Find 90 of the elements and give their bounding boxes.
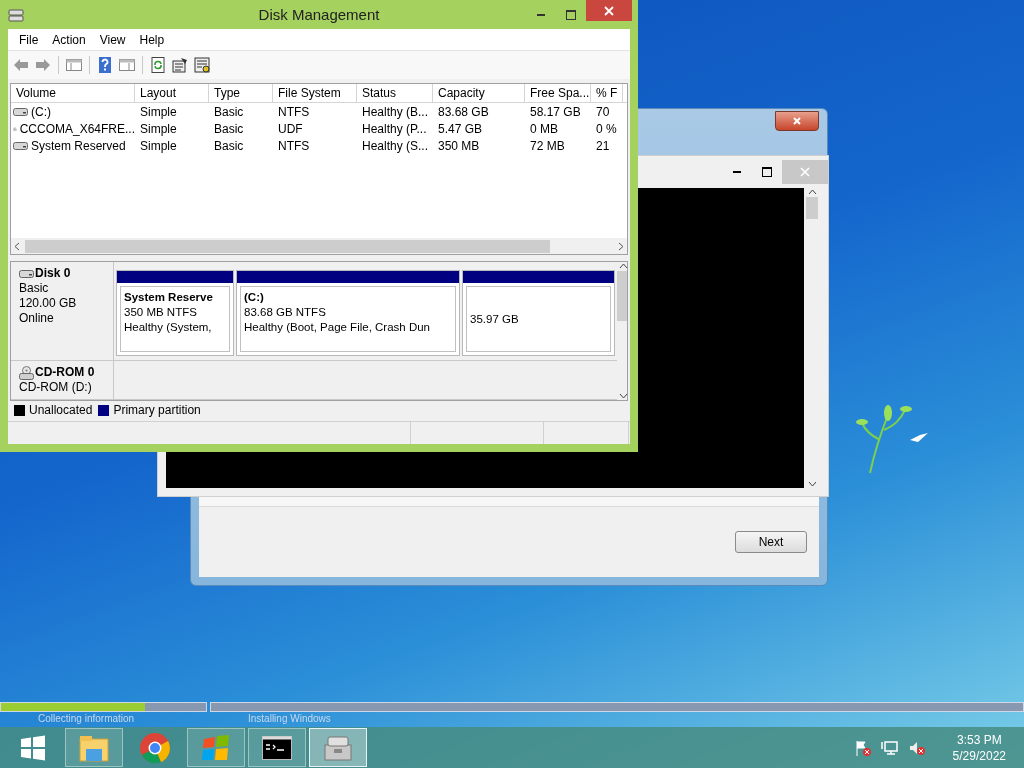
table-cell-text: 83.68 GB [437,104,490,119]
disk-detail: Basic [19,281,50,296]
disk-detail: Online [19,311,55,326]
refresh-icon[interactable] [149,56,167,74]
flag-error-icon [854,739,871,756]
table-cell-text: Basic [213,138,245,153]
windows-flag-icon [201,732,231,763]
maximize-icon [566,9,576,20]
drive-name[interactable]: (C:) [31,104,51,119]
table-cell-text: Simple [139,121,178,136]
disk-name: Disk 0 [35,266,71,281]
column-header[interactable]: Type [209,84,273,102]
horizontal-scrollbar[interactable] [11,238,627,254]
drive-icon [13,106,28,117]
scrollbar-thumb[interactable] [806,197,818,219]
table-cell-text: Healthy (S... [361,138,430,153]
close-icon [800,167,810,177]
partition-detail: 350 MB NTFS [124,305,198,320]
minimize-icon [733,171,741,173]
partition-name: (C:) [244,290,265,305]
table-cell-text: Simple [139,104,178,119]
table-cell-text: Simple [139,138,178,153]
help-icon[interactable] [96,56,114,74]
table-cell-text: UDF [277,121,304,136]
partition-detail: 35.97 GB [470,311,520,327]
partition[interactable]: 35.97 GB [462,270,615,357]
menu-item[interactable]: View [92,32,133,47]
close-button[interactable] [586,0,632,21]
chrome-icon [139,731,171,764]
step-label: Installing Windows [247,713,332,724]
maximize-icon [762,167,772,177]
scrollbar-thumb[interactable] [617,271,627,321]
partition[interactable]: (C:) 83.68 GB NTFS Healthy (Boot, Page File, Crash Dun [236,270,460,357]
taskbar-button[interactable] [248,728,306,767]
table-cell-text: 70 [595,104,611,119]
table-cell-text: Basic [213,104,245,119]
table-cell-text: 0 % [595,121,618,136]
window-title: Disk Management [258,6,380,23]
menu-item[interactable]: Action [45,32,93,47]
drive-icon [13,140,28,151]
table-cell-text: NTFS [277,138,311,153]
settings-icon[interactable] [193,56,211,74]
column-header[interactable]: File System [273,84,357,102]
table-cell-text: 58.17 GB [529,104,582,119]
drive-name[interactable]: CCCOMA_X64FRE... [19,121,135,136]
drive-icon [19,268,34,279]
table-cell-text: 72 MB [529,138,566,153]
table-cell-text: 5.47 GB [437,121,484,136]
table-cell-text: Basic [213,121,245,136]
panel-icon[interactable] [118,56,136,74]
menu-item[interactable]: Help [132,32,172,47]
panel-icon[interactable] [65,56,83,74]
column-header[interactable]: % F [591,84,623,102]
network-icon [880,739,899,756]
minimize-icon [537,13,545,16]
disk-detail: 120.00 GB [19,296,78,311]
close-icon [604,5,614,16]
column-header[interactable]: Status [357,84,433,102]
column-header[interactable]: Layout [135,84,209,102]
legend-label: Unallocated [29,403,93,417]
windows-logo-icon [20,734,46,761]
disk-icon [8,6,24,23]
table-cell-text: NTFS [277,104,311,119]
cd-drive-icon [19,365,34,380]
step-label: Collecting information [37,713,136,724]
partition-name: System Reserve [124,290,214,305]
properties-icon[interactable] [171,56,189,74]
partition-detail: 83.68 GB NTFS [244,305,327,320]
table-cell-text: 0 MB [529,121,559,136]
next-button[interactable]: Next [735,531,807,553]
partition-detail: Healthy (System, [124,320,213,335]
menu-item[interactable]: File [12,32,46,47]
table-cell-text: 350 MB [437,138,481,153]
drive-name[interactable]: System Reserved [31,138,126,153]
partition[interactable]: System Reserve 350 MB NTFS Healthy (System, [116,270,234,357]
disk-name: CD-ROM 0 [35,365,95,381]
command-prompt-icon [262,735,292,760]
table-cell-text: 21 [595,138,611,153]
close-button[interactable] [775,111,819,131]
column-header[interactable]: Capacity [433,84,525,102]
partition-detail: Healthy (Boot, Page File, Crash Dun [244,320,431,335]
column-header[interactable]: Free Spa... [525,84,591,102]
disk-detail: CD-ROM (D:) [19,380,93,396]
forward-arrow-icon[interactable] [34,56,52,74]
legend-label: Primary partition [113,403,201,417]
column-header[interactable]: Volume [11,84,135,102]
table-cell-text: Healthy (P... [361,121,428,136]
close-icon [792,116,802,126]
table-cell-text: Healthy (B... [361,104,430,119]
scrollbar[interactable] [617,262,627,400]
